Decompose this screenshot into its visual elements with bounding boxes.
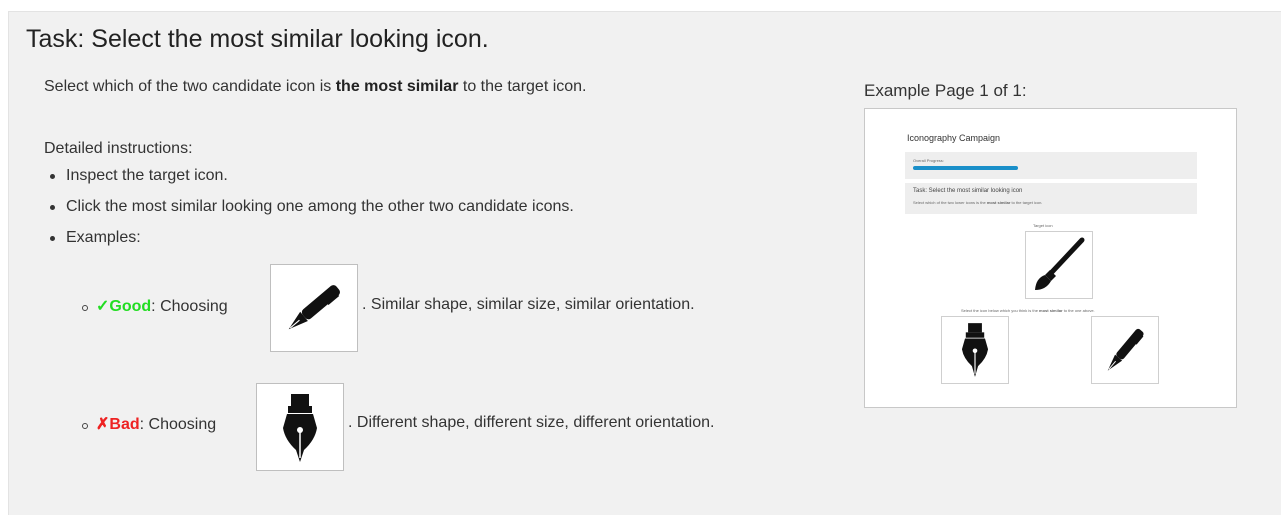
preview-select-pre: Select the icon below which you think is… xyxy=(961,308,1040,313)
pen-icon xyxy=(288,285,340,330)
good-description: . Similar shape, similar size, similar o… xyxy=(362,296,695,313)
preview-progress-track xyxy=(913,166,1188,170)
preview-select-bold: most similar xyxy=(1039,308,1063,313)
paintbrush-icon xyxy=(1035,237,1085,290)
bad-description: . Different shape, different size, diffe… xyxy=(348,414,715,431)
preview-select-instruction: Select the icon below which you think is… xyxy=(961,308,1095,313)
detailed-instructions-heading: Detailed instructions: xyxy=(44,140,193,157)
good-choosing-text: : Choosing xyxy=(151,298,228,315)
list-bullet xyxy=(82,423,88,429)
pen-icon xyxy=(1107,328,1144,371)
preview-task-desc-post: to the target icon. xyxy=(1010,200,1043,205)
preview-target-icon-box xyxy=(1025,231,1093,299)
instruction-step-click: Click the most similar looking one among… xyxy=(44,195,574,226)
preview-progress-label: Overall Progress: xyxy=(913,158,944,163)
bad-label: ✗Bad xyxy=(96,416,140,433)
preview-target-label: Target icon xyxy=(1033,223,1053,228)
preview-task-desc-pre: Select which of the two lower icons is t… xyxy=(913,200,987,205)
preview-task-desc-bold: most similar xyxy=(986,200,1011,205)
example-page-preview: Iconography Campaign Overall Progress: T… xyxy=(864,108,1237,408)
preview-candidate-1 xyxy=(941,316,1009,384)
bad-example: ✗Bad: Choosing . Different shape, differ… xyxy=(82,414,842,438)
instruction-step-examples: Examples: xyxy=(44,226,574,257)
intro-text-pre: Select which of the two candidate icon i… xyxy=(44,78,336,95)
intro-text-post: to the target icon. xyxy=(458,78,587,95)
bad-example-icon-box xyxy=(256,383,344,471)
preview-app-title: Iconography Campaign xyxy=(907,133,1001,143)
list-bullet xyxy=(82,305,88,311)
fountain-pen-nib-icon xyxy=(961,323,989,377)
good-example: ✓Good: Choosing . Similar shape, similar… xyxy=(82,296,802,320)
intro-text-bold: the most similar xyxy=(335,78,459,95)
instruction-list: Inspect the target icon. Click the most … xyxy=(44,164,574,257)
example-page-label: Example Page 1 of 1: xyxy=(864,81,1027,100)
task-intro: Select which of the two candidate icon i… xyxy=(44,78,587,96)
fountain-pen-nib-icon xyxy=(283,394,317,462)
page-title: Task: Select the most similar looking ic… xyxy=(26,25,489,53)
bad-choosing-text: : Choosing xyxy=(139,416,217,433)
good-example-icon-box xyxy=(270,264,358,352)
good-label: ✓Good xyxy=(96,298,152,315)
preview-progress-panel: Overall Progress: xyxy=(905,152,1197,179)
preview-task-desc: Select which of the two lower icons is t… xyxy=(913,200,1042,205)
preview-progress-bar xyxy=(913,166,1018,170)
preview-candidate-2 xyxy=(1091,316,1159,384)
preview-select-post: to the one above. xyxy=(1062,308,1095,313)
bad-example-lead: ✗Bad: Choosing xyxy=(96,414,216,434)
preview-task-title: Task: Select the most similar looking ic… xyxy=(913,188,1023,194)
instruction-step-inspect: Inspect the target icon. xyxy=(44,164,574,195)
good-example-lead: ✓Good: Choosing xyxy=(96,296,228,316)
preview-task-panel: Task: Select the most similar looking ic… xyxy=(905,183,1197,214)
